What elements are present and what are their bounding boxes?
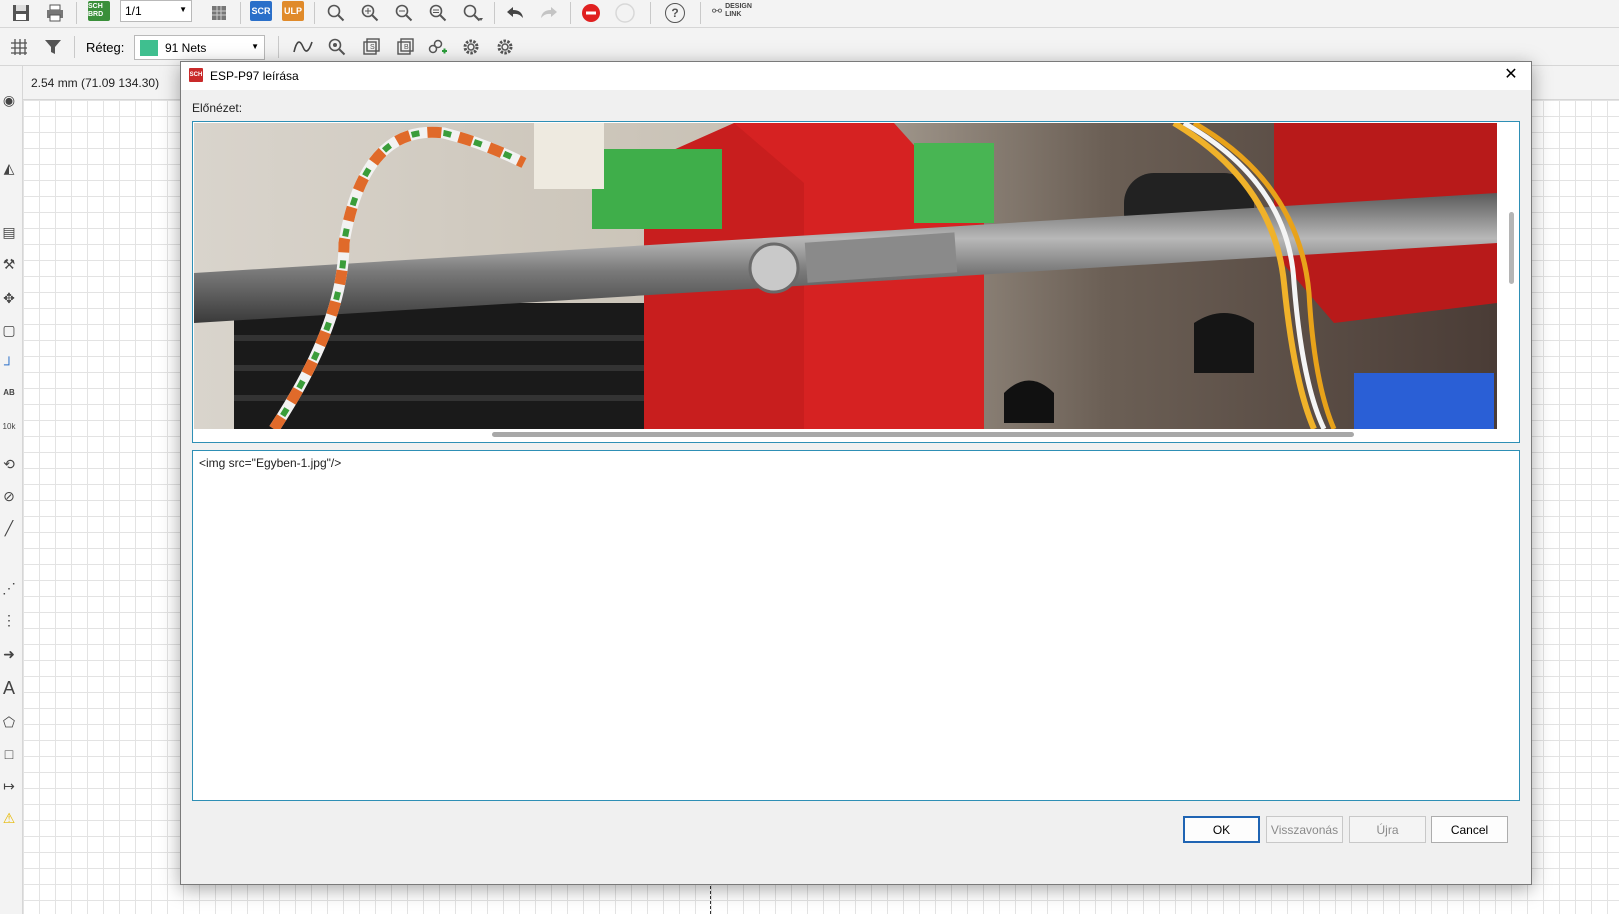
wrench-icon[interactable]: ⚒ <box>0 256 18 273</box>
toolbar-divider <box>314 2 315 24</box>
cancel-button[interactable]: Cancel <box>1431 816 1508 843</box>
horizontal-scrollbar[interactable] <box>492 432 1354 437</box>
toolbar-divider <box>76 2 77 24</box>
toolbar-divider <box>570 2 571 24</box>
dialog-titlebar[interactable]: SCH ESP-P97 leírása ✕ <box>181 62 1531 90</box>
layer-select[interactable]: 91 Nets ▼ <box>134 35 265 60</box>
settings-icon[interactable] <box>460 37 482 57</box>
paste-icon[interactable]: ▤ <box>0 224 18 241</box>
sch-brd-switch-icon[interactable]: SCH BRD <box>88 1 110 21</box>
ok-button[interactable]: OK <box>1183 816 1260 843</box>
script-icon[interactable]: SCR <box>250 1 272 21</box>
value-icon[interactable]: 10k <box>0 422 18 431</box>
description-dialog: SCH ESP-P97 leírása ✕ Előnézet: <img src… <box>180 61 1532 885</box>
settings-2-icon[interactable] <box>494 37 516 57</box>
undo-button[interactable]: Visszavonás <box>1266 816 1343 843</box>
preview-photo <box>194 123 1497 429</box>
undo-button-label: Visszavonás <box>1270 822 1339 837</box>
cancel-button-label: Cancel <box>1450 822 1489 837</box>
layer-select-value: 91 Nets <box>165 41 207 55</box>
chevron-down-icon: ▼ <box>251 42 259 51</box>
redo-button-label: Újra <box>1376 822 1399 837</box>
toolbar-divider <box>74 36 75 58</box>
bus-icon[interactable]: ➜ <box>0 646 18 663</box>
add-link-icon[interactable] <box>426 37 448 57</box>
svg-text:S: S <box>370 44 375 51</box>
eye-icon[interactable]: ◉ <box>0 92 18 109</box>
zoom-out-icon[interactable] <box>394 3 414 23</box>
close-icon: ✕ <box>1504 66 1518 83</box>
cam-icon[interactable] <box>208 2 230 24</box>
design-link-icon[interactable]: ⚯ DESIGN LINK <box>712 0 765 22</box>
icon-b[interactable]: B <box>394 37 416 57</box>
close-button[interactable]: ✕ <box>1499 64 1523 86</box>
toolbar-divider <box>650 2 651 24</box>
page-select[interactable]: 1/1 ▼ <box>120 0 192 22</box>
svg-text:B: B <box>404 44 409 51</box>
description-source-editor[interactable]: <img src="Egyben-1.jpg"/> <box>192 450 1520 801</box>
wire-style-icon[interactable] <box>292 37 314 57</box>
help-icon[interactable]: ? <box>664 2 686 24</box>
redo-button[interactable]: Újra <box>1349 816 1426 843</box>
preview-pane[interactable] <box>192 121 1520 443</box>
mirror-icon[interactable]: ◭ <box>0 160 18 177</box>
schematic-app-icon: SCH <box>189 68 203 82</box>
ulp-icon[interactable]: ULP <box>282 1 304 21</box>
undo-icon[interactable] <box>504 3 526 23</box>
move-icon[interactable]: ✥ <box>0 290 18 307</box>
dimension-icon[interactable]: ↦ <box>0 778 18 795</box>
warning-icon[interactable]: ⚠ <box>0 810 18 827</box>
net-icon[interactable]: ┘ <box>0 356 18 372</box>
rotate-icon[interactable]: ⟲ <box>0 456 18 473</box>
zoom-area-icon[interactable] <box>462 3 484 23</box>
go-icon <box>614 2 636 24</box>
toolbar-divider <box>240 2 241 24</box>
main-toolbar: SCH BRD 1/1 ▼ SCR ULP ? ⚯ DESIGN LINK <box>0 0 1619 28</box>
layer-label: Réteg: <box>86 40 125 55</box>
toolbar-divider <box>278 36 279 58</box>
left-toolbar: ◉ ◭ ▤ ⚒ ✥ ▢ ┘ AB 10k ⟲ ⊘ ╱ ⋰ ⋮ ➜ A ⬠ □ ↦… <box>0 66 23 914</box>
label-icon[interactable]: AB <box>0 388 18 397</box>
chevron-down-icon: ▼ <box>179 5 187 14</box>
ok-button-label: OK <box>1212 822 1231 837</box>
redo-icon <box>538 3 560 23</box>
ruler-icon[interactable]: ⊘ <box>0 488 18 505</box>
link-icon: ⚯ <box>712 4 723 18</box>
print-icon[interactable] <box>44 2 66 24</box>
page-select-value: 1/1 <box>125 4 142 18</box>
dialog-title: ESP-P97 leírása <box>210 69 299 83</box>
zoom-in-icon[interactable] <box>360 3 380 23</box>
rect-icon[interactable]: □ <box>0 746 18 762</box>
save-icon[interactable] <box>10 2 32 24</box>
grid-icon[interactable] <box>8 36 30 58</box>
layer-color-swatch <box>140 40 158 56</box>
toolbar-divider <box>700 2 701 24</box>
stop-icon[interactable] <box>580 2 602 24</box>
zoom-fit-icon[interactable] <box>326 3 346 23</box>
design-link-label: DESIGN LINK <box>725 3 752 18</box>
toolbar-divider <box>494 2 495 24</box>
vertical-scrollbar[interactable] <box>1509 212 1514 284</box>
polygon-icon[interactable]: ⬠ <box>0 714 18 731</box>
group-icon[interactable]: ▢ <box>0 322 18 339</box>
source-text: <img src="Egyben-1.jpg"/> <box>199 456 342 470</box>
route-icon[interactable]: ⋮ <box>0 612 18 629</box>
coordinate-readout: 2.54 mm (71.09 134.30) <box>31 76 160 90</box>
preview-label: Előnézet: <box>192 101 243 115</box>
icon-a[interactable]: S <box>360 37 382 57</box>
split-icon[interactable]: ⋰ <box>0 580 18 597</box>
line-icon[interactable]: ╱ <box>0 520 18 537</box>
zoom-select-icon[interactable] <box>428 3 448 23</box>
filter-icon[interactable] <box>42 36 64 58</box>
inspect-icon[interactable] <box>326 37 348 57</box>
text-icon[interactable]: A <box>0 678 18 699</box>
